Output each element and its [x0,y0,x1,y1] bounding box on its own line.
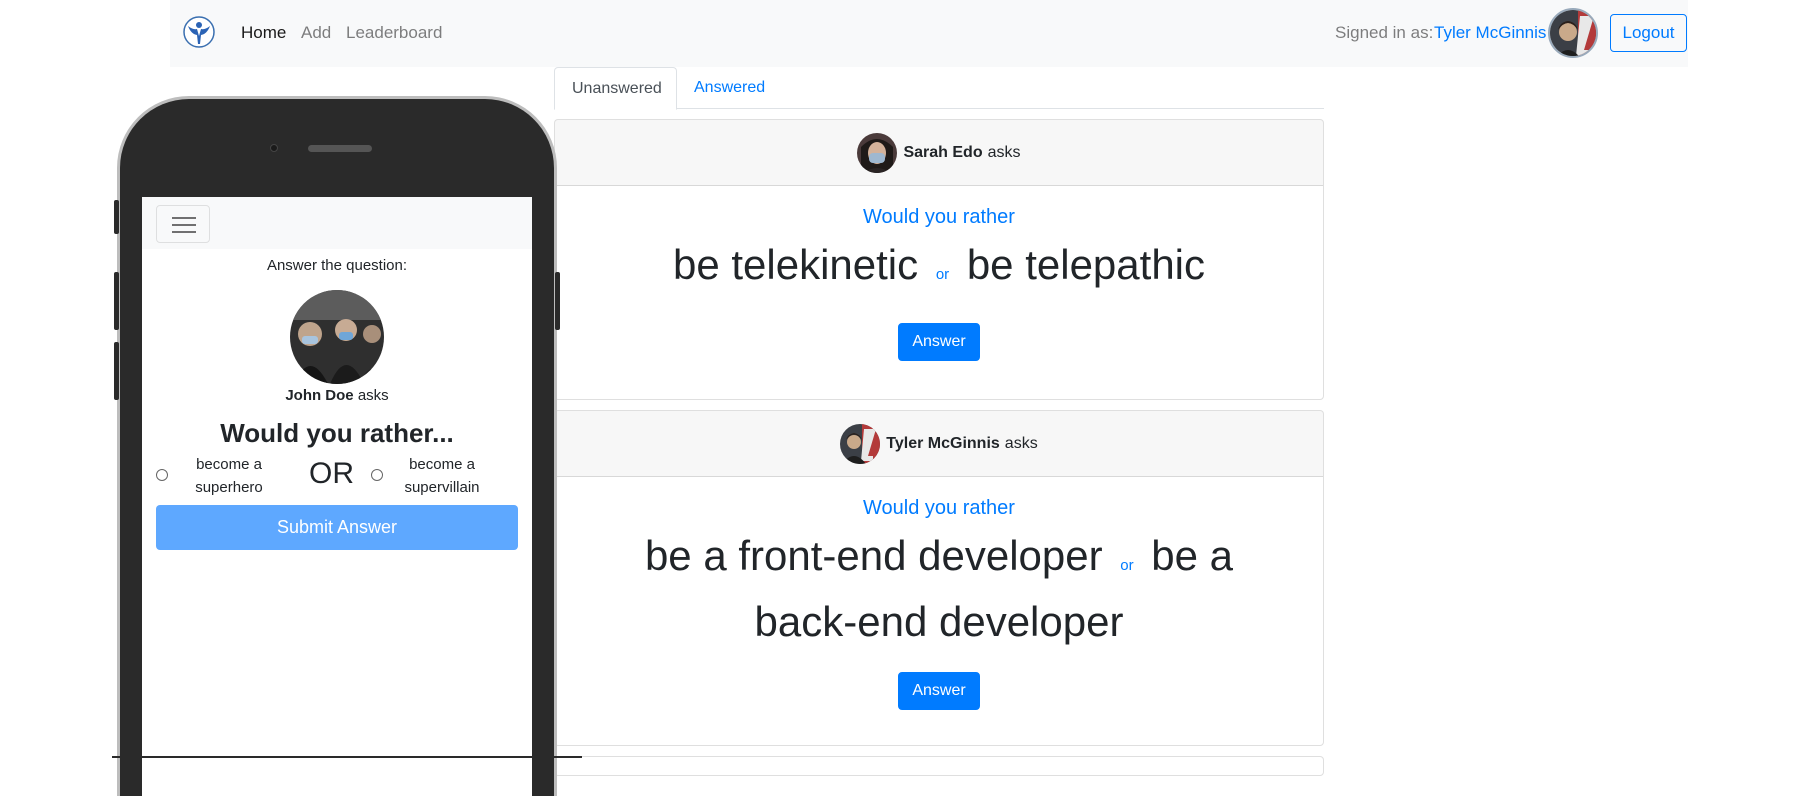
question-card [554,756,1324,776]
asks-label: asks [987,143,1021,161]
phone-side-button [114,272,119,330]
answer-button[interactable]: Answer [898,672,980,710]
signed-in-label: Signed in as: [1335,23,1434,42]
avatar [857,132,898,173]
divider [112,756,582,758]
card-body: Would you rather be a front-end develope… [555,477,1323,710]
would-you-rather-title: Would you rather [863,206,1015,228]
option-two-label[interactable]: become a supervillain [392,453,492,499]
mobile-question-heading: Would you rather... [220,418,454,448]
asker-name: Sarah Edo [903,143,983,161]
question-card: Sarah Edo asks Would you rather be telek… [554,119,1324,400]
hamburger-menu-icon[interactable] [156,205,210,243]
nav-leaderboard-link[interactable]: Leaderboard [346,23,442,43]
option-one-text: be a front-end developer [644,532,1103,579]
question-options: be a front-end developer or be a back-en… [555,528,1323,650]
card-header: Tyler McGinnis asks [555,411,1323,477]
asks-label: asks [1004,434,1038,452]
card-header: Sarah Edo asks [555,120,1323,186]
asker-name: Tyler McGinnis [886,434,1000,452]
avatar [290,290,384,384]
phone-speaker [308,145,372,152]
card-body: Would you rather be telekinetic or be te… [555,186,1323,361]
mobile-choices: become a superhero OR become a supervill… [142,453,532,499]
user-avatar[interactable] [1548,8,1598,58]
question-options: be telekinetic or be telepathic [555,237,1323,303]
logout-button[interactable]: Logout [1610,14,1687,52]
app-logo-icon[interactable] [183,16,215,48]
asks-label: asks [357,387,389,404]
question-card: Tyler McGinnis asks Would you rather be … [554,410,1324,746]
mobile-navbar [142,197,532,249]
phone-mockup: Answer the question: John Doe asks Would… [117,96,557,797]
phone-side-button [114,200,119,234]
top-navbar: Home Add Leaderboard Signed in as: Tyler… [170,0,1688,67]
nav-add-link[interactable]: Add [301,23,331,43]
tab-unanswered[interactable]: Unanswered [554,67,677,110]
nav-home-link[interactable]: Home [241,23,286,43]
or-label: or [935,266,950,283]
phone-camera [270,144,278,152]
option-two-text: be telepathic [966,241,1206,288]
or-label: OR [309,457,354,490]
option-two-radio[interactable] [371,469,383,481]
answer-button[interactable]: Answer [898,323,980,361]
tab-answered[interactable]: Answered [677,67,782,109]
submit-answer-button[interactable]: Submit Answer [156,505,518,550]
avatar [840,423,881,464]
question-tabs: Unanswered Answered [554,67,1324,110]
option-one-label[interactable]: become a superhero [179,453,279,499]
phone-side-button [114,342,119,400]
asker-name: John Doe [285,387,354,404]
phone-screen: Answer the question: John Doe asks Would… [142,197,532,797]
option-one-text: be telekinetic [672,241,919,288]
option-one-radio[interactable] [156,469,168,481]
mobile-asker: John Doe asks [142,387,532,404]
or-label: or [1120,557,1134,574]
mobile-page-title: Answer the question: [266,257,408,274]
would-you-rather-title: Would you rather [863,497,1015,519]
phone-side-button [555,272,560,330]
signed-in-user-name[interactable]: Tyler McGinnis [1434,23,1546,43]
